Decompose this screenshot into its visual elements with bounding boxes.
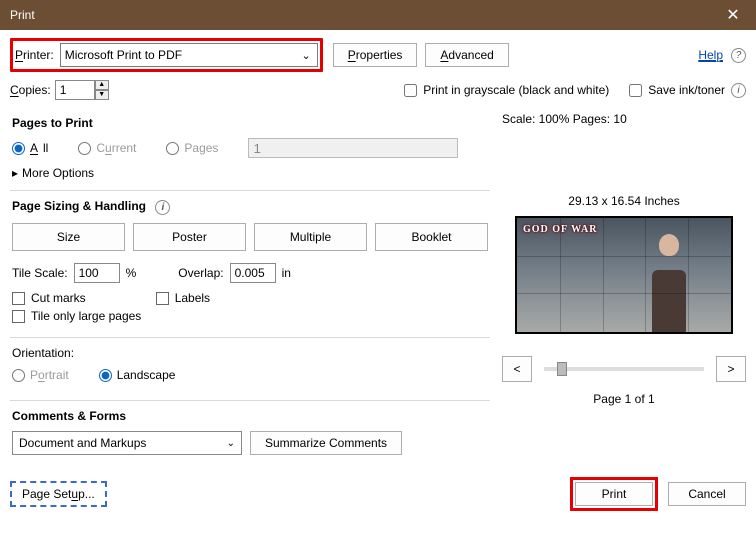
- pages-current-radio[interactable]: CurrentCurrent: [78, 141, 136, 155]
- copies-input[interactable]: [55, 80, 95, 100]
- tile-large-checkbox[interactable]: Tile only large pages: [12, 309, 488, 323]
- summarize-comments-button[interactable]: Summarize Comments: [250, 431, 402, 455]
- multiple-button[interactable]: Multiple: [254, 223, 367, 251]
- orientation-title: Orientation:: [12, 346, 488, 360]
- help-link[interactable]: Help: [698, 48, 723, 62]
- pages-range-input: [248, 138, 458, 158]
- print-highlight: Print: [570, 477, 658, 511]
- properties-button[interactable]: PropertiesProperties: [333, 43, 418, 67]
- slider-thumb[interactable]: [557, 362, 567, 376]
- sizing-title: Page Sizing & Handling i: [12, 199, 488, 215]
- chevron-down-icon: ⌄: [227, 438, 235, 449]
- grayscale-checkbox[interactable]: Print in grayscale (black and white): [404, 83, 609, 97]
- preview-dimensions: 29.13 x 16.54 Inches: [502, 194, 746, 208]
- scale-pages-label: Scale: 100% Pages: 10: [502, 112, 746, 126]
- next-page-button[interactable]: >: [716, 356, 746, 382]
- copies-up-icon[interactable]: ▲: [95, 80, 109, 90]
- landscape-radio[interactable]: Landscape: [99, 368, 176, 382]
- portrait-radio[interactable]: PortraitPortrait: [12, 368, 69, 382]
- page-setup-button[interactable]: Page Setup...Page Setup...: [10, 481, 107, 507]
- pages-all-radio[interactable]: AllAll: [12, 141, 48, 155]
- save-ink-checkbox[interactable]: Save ink/toner: [629, 83, 725, 97]
- printer-value: Microsoft Print to PDF: [65, 48, 182, 62]
- triangle-right-icon: ▸: [12, 166, 18, 180]
- size-button[interactable]: Size: [12, 223, 125, 251]
- print-preview: GOD OF WAR: [515, 216, 733, 334]
- copies-label: Copies:Copies:: [10, 83, 51, 97]
- page-indicator: Page 1 of 1: [502, 392, 746, 406]
- printer-dropdown[interactable]: Microsoft Print to PDF ⌄: [60, 43, 318, 67]
- preview-slider[interactable]: [544, 367, 704, 371]
- booklet-button[interactable]: Booklet: [375, 223, 488, 251]
- printer-label: PrPrinter:inter:: [15, 44, 60, 66]
- printer-highlight: PrPrinter:inter: Microsoft Print to PDF …: [10, 38, 323, 72]
- ink-info-icon[interactable]: i: [731, 83, 746, 98]
- help-info-icon[interactable]: ?: [731, 48, 746, 63]
- overlap-label: Overlap:: [178, 266, 223, 280]
- cancel-button[interactable]: Cancel: [668, 482, 746, 506]
- pages-range-radio[interactable]: Pages: [166, 141, 218, 155]
- pages-title: Pages to Print: [12, 116, 488, 130]
- chevron-left-icon: <: [513, 362, 520, 376]
- comments-title: Comments & Forms: [12, 409, 488, 423]
- comments-dropdown[interactable]: Document and Markups ⌄: [12, 431, 242, 455]
- tile-scale-input[interactable]: [74, 263, 120, 283]
- chevron-down-icon: ⌄: [301, 49, 310, 62]
- print-button[interactable]: Print: [575, 482, 653, 506]
- titlebar: Print ✕: [0, 0, 756, 30]
- advanced-button[interactable]: AdvancedAdvanced: [425, 43, 508, 67]
- cut-marks-checkbox[interactable]: Cut marks: [12, 291, 86, 305]
- poster-button[interactable]: Poster: [133, 223, 246, 251]
- chevron-right-icon: >: [727, 362, 734, 376]
- close-icon[interactable]: ✕: [710, 0, 756, 30]
- copies-down-icon[interactable]: ▼: [95, 90, 109, 100]
- more-options-toggle[interactable]: ▸ More Options: [12, 166, 488, 180]
- window-title: Print: [10, 8, 710, 22]
- prev-page-button[interactable]: <: [502, 356, 532, 382]
- overlap-input[interactable]: [230, 263, 276, 283]
- labels-checkbox[interactable]: Labels: [156, 291, 210, 305]
- sizing-info-icon[interactable]: i: [155, 200, 170, 215]
- tile-scale-label: Tile Scale:: [12, 266, 68, 280]
